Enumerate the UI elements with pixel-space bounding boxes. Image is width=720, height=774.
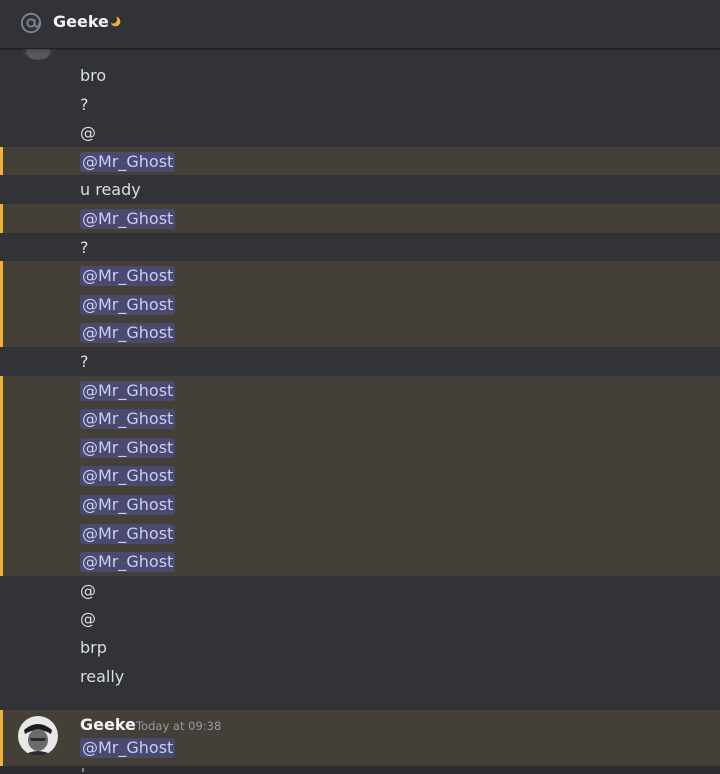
- user-mention[interactable]: @Mr_Ghost: [80, 495, 176, 515]
- mention-highlight-bar: [0, 547, 3, 576]
- user-mention[interactable]: @Mr_Ghost: [80, 523, 176, 544]
- message-text: bro: [80, 66, 107, 85]
- message-line[interactable]: @Mr_Ghost: [0, 432, 720, 462]
- message-list[interactable]: bro? @ @Mr_Ghost u ready @Mr_Ghost? @Mr_Ghost…: [0, 48, 720, 774]
- message-line[interactable]: @: [0, 576, 720, 605]
- message-group[interactable]: Geeke Today at 09:38 @Mr_Ghost: [0, 710, 720, 766]
- mention-highlight-bar: [0, 404, 3, 433]
- message-text: really: [80, 666, 125, 686]
- message-text: @Mr_Ghost: [80, 151, 176, 172]
- user-mention[interactable]: @Mr_Ghost: [80, 380, 176, 401]
- message-text: @Mr_Ghost: [80, 323, 176, 344]
- message-line[interactable]: @Mr_Ghost: [0, 547, 720, 576]
- message-text: @Mr_Ghost: [80, 294, 176, 315]
- message-text: brp: [80, 638, 107, 657]
- user-mention[interactable]: @Mr_Ghost: [80, 323, 176, 344]
- message-line[interactable]: @: [0, 604, 720, 633]
- message-text: @Mr_Ghost: [80, 738, 176, 758]
- message-timestamp: Today at 09:38: [136, 719, 222, 733]
- mention-highlight-bar: [0, 261, 3, 290]
- message-text: @Mr_Ghost: [80, 409, 176, 430]
- avatar[interactable]: [18, 48, 58, 60]
- user-mention[interactable]: @Mr_Ghost: [80, 437, 176, 458]
- mention-highlight-bar: [0, 432, 3, 462]
- mention-highlight-bar: [0, 710, 3, 766]
- message-line[interactable]: u ready: [0, 175, 720, 204]
- message-line[interactable]: ?: [0, 90, 720, 119]
- message-line[interactable]: @Mr_Ghost: [0, 289, 720, 319]
- partial-text: [82, 768, 84, 772]
- message-text: @Mr_Ghost: [80, 466, 176, 487]
- user-mention[interactable]: @Mr_Ghost: [80, 552, 176, 573]
- message-line[interactable]: @Mr_Ghost: [0, 404, 720, 433]
- message-line[interactable]: @Mr_Ghost: [0, 490, 720, 519]
- message-text: @Mr_Ghost: [80, 437, 176, 458]
- message-text: @Mr_Ghost: [80, 266, 176, 287]
- message-text: @Mr_Ghost: [80, 209, 176, 229]
- message-text: ?: [80, 94, 89, 114]
- message-line[interactable]: ?: [0, 347, 720, 376]
- message-text: @: [80, 580, 96, 600]
- mention-highlight-bar: [0, 204, 3, 233]
- mention-highlight-bar: [0, 318, 3, 347]
- mention-highlight-bar: [0, 490, 3, 519]
- mention-highlight-bar: [0, 461, 3, 490]
- mention-highlight-bar: [0, 375, 3, 405]
- moon-icon: [109, 15, 121, 27]
- message-line[interactable]: @Mr_Ghost: [0, 261, 720, 290]
- channel-header: Geeke: [0, 0, 720, 49]
- message-text: @Mr_Ghost: [80, 380, 176, 401]
- channel-title[interactable]: Geeke: [53, 12, 109, 32]
- message-text: @: [80, 609, 96, 629]
- message-line[interactable]: @Mr_Ghost: [0, 375, 720, 405]
- user-mention[interactable]: @Mr_Ghost: [80, 294, 176, 315]
- user-mention[interactable]: @Mr_Ghost: [80, 466, 176, 487]
- message-author[interactable]: Geeke: [80, 715, 136, 735]
- message-text: ?: [80, 352, 89, 371]
- message-line[interactable]: ?: [0, 233, 720, 262]
- message-text: @Mr_Ghost: [80, 495, 176, 515]
- message-continuation: [0, 766, 720, 774]
- user-mention[interactable]: @Mr_Ghost: [80, 266, 176, 287]
- mention-highlight-bar: [0, 518, 3, 548]
- message-line[interactable]: @: [0, 118, 720, 147]
- message-text: @Mr_Ghost: [80, 523, 176, 544]
- user-mention[interactable]: @Mr_Ghost: [80, 738, 176, 758]
- message-line[interactable]: @Mr_Ghost: [0, 318, 720, 347]
- message-line[interactable]: @Mr_Ghost: [0, 461, 720, 490]
- message-text: u ready: [80, 180, 141, 200]
- message-text: @Mr_Ghost: [80, 552, 176, 573]
- message-text: ?: [80, 237, 89, 257]
- message-line[interactable]: bro: [0, 61, 720, 90]
- message-text: @: [80, 123, 96, 143]
- user-mention[interactable]: @Mr_Ghost: [80, 409, 176, 430]
- message-line[interactable]: brp: [0, 633, 720, 662]
- message-line[interactable]: really: [0, 662, 720, 691]
- mention-highlight-bar: [0, 146, 3, 176]
- message-line[interactable]: @Mr_Ghost: [0, 204, 720, 233]
- message-line[interactable]: @Mr_Ghost: [0, 518, 720, 548]
- avatar[interactable]: [18, 716, 58, 756]
- mention-highlight-bar: [0, 289, 3, 319]
- message-line[interactable]: @Mr_Ghost: [0, 146, 720, 176]
- user-mention[interactable]: @Mr_Ghost: [80, 209, 176, 229]
- user-mention[interactable]: @Mr_Ghost: [80, 151, 176, 172]
- at-sign-icon: [20, 12, 42, 34]
